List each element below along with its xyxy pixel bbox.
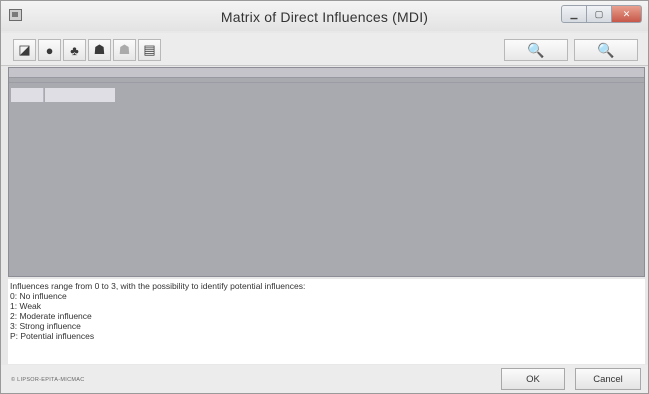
legend-line: Influences range from 0 to 3, with the p…	[10, 281, 306, 291]
legend-line: 3: Strong influence	[10, 321, 81, 331]
edit-button[interactable]: ◪	[13, 39, 36, 61]
zoom-out-button[interactable]: 🔍	[574, 39, 638, 61]
close-button[interactable]: ✕	[612, 5, 642, 23]
zoom-controls: 🔍 🔍	[498, 39, 638, 61]
toolbar-buttons: ◪ ● ♣ ☗ ☗ ▤	[13, 39, 163, 62]
minimize-button[interactable]: ▁	[561, 5, 587, 23]
minimize-icon: ▁	[570, 8, 578, 19]
matrix-cell[interactable]	[11, 88, 44, 102]
maximize-icon: ▢	[594, 8, 604, 19]
influence-matrix-grid[interactable]	[8, 67, 645, 277]
mdi-window: Matrix of Direct Influences (MDI) ▁ ▢ ✕ …	[0, 0, 649, 394]
maximize-button[interactable]: ▢	[587, 5, 612, 23]
matrix-cell[interactable]	[45, 88, 115, 102]
print-icon: ♣	[70, 42, 79, 58]
title-bar[interactable]: Matrix of Direct Influences (MDI) ▁ ▢ ✕	[1, 1, 648, 31]
legend-line: 0: No influence	[10, 291, 67, 301]
window-controls: ▁ ▢ ✕	[561, 5, 642, 25]
palette-icon: ●	[45, 42, 54, 58]
zoom-in-button[interactable]: 🔍	[504, 39, 568, 61]
legend-line: 2: Moderate influence	[10, 311, 92, 321]
edit-icon: ◪	[18, 42, 31, 57]
zoom-out-icon: 🔍	[597, 41, 615, 58]
toolbar: ◪ ● ♣ ☗ ☗ ▤ 🔍 🔍	[1, 33, 648, 66]
printer-icon: ▤	[143, 42, 156, 57]
matrix-header	[9, 68, 644, 78]
legend-line: P: Potential influences	[10, 331, 95, 341]
palette-button[interactable]: ●	[38, 39, 61, 61]
printer-button[interactable]: ▤	[138, 39, 161, 61]
actor-faded-button[interactable]: ☗	[113, 39, 136, 61]
matrix-divider	[9, 82, 644, 83]
window-title: Matrix of Direct Influences (MDI)	[220, 9, 429, 25]
close-icon: ✕	[622, 8, 631, 19]
legend-line: 1: Weak	[10, 301, 42, 311]
copyright-text: © LIPSOR-EPITA-MICMAC	[11, 377, 85, 383]
ok-button[interactable]: OK	[501, 368, 565, 390]
print-button[interactable]: ♣	[63, 39, 86, 61]
actor-icon: ☗	[93, 42, 106, 57]
zoom-in-icon: 🔍	[527, 41, 545, 58]
actor-button[interactable]: ☗	[88, 39, 111, 61]
influence-legend: Influences range from 0 to 3, with the p…	[8, 279, 645, 364]
actor-faded-icon: ☗	[118, 42, 131, 57]
cancel-button[interactable]: Cancel	[575, 368, 641, 390]
footer: © LIPSOR-EPITA-MICMAC OK Cancel	[1, 365, 648, 393]
